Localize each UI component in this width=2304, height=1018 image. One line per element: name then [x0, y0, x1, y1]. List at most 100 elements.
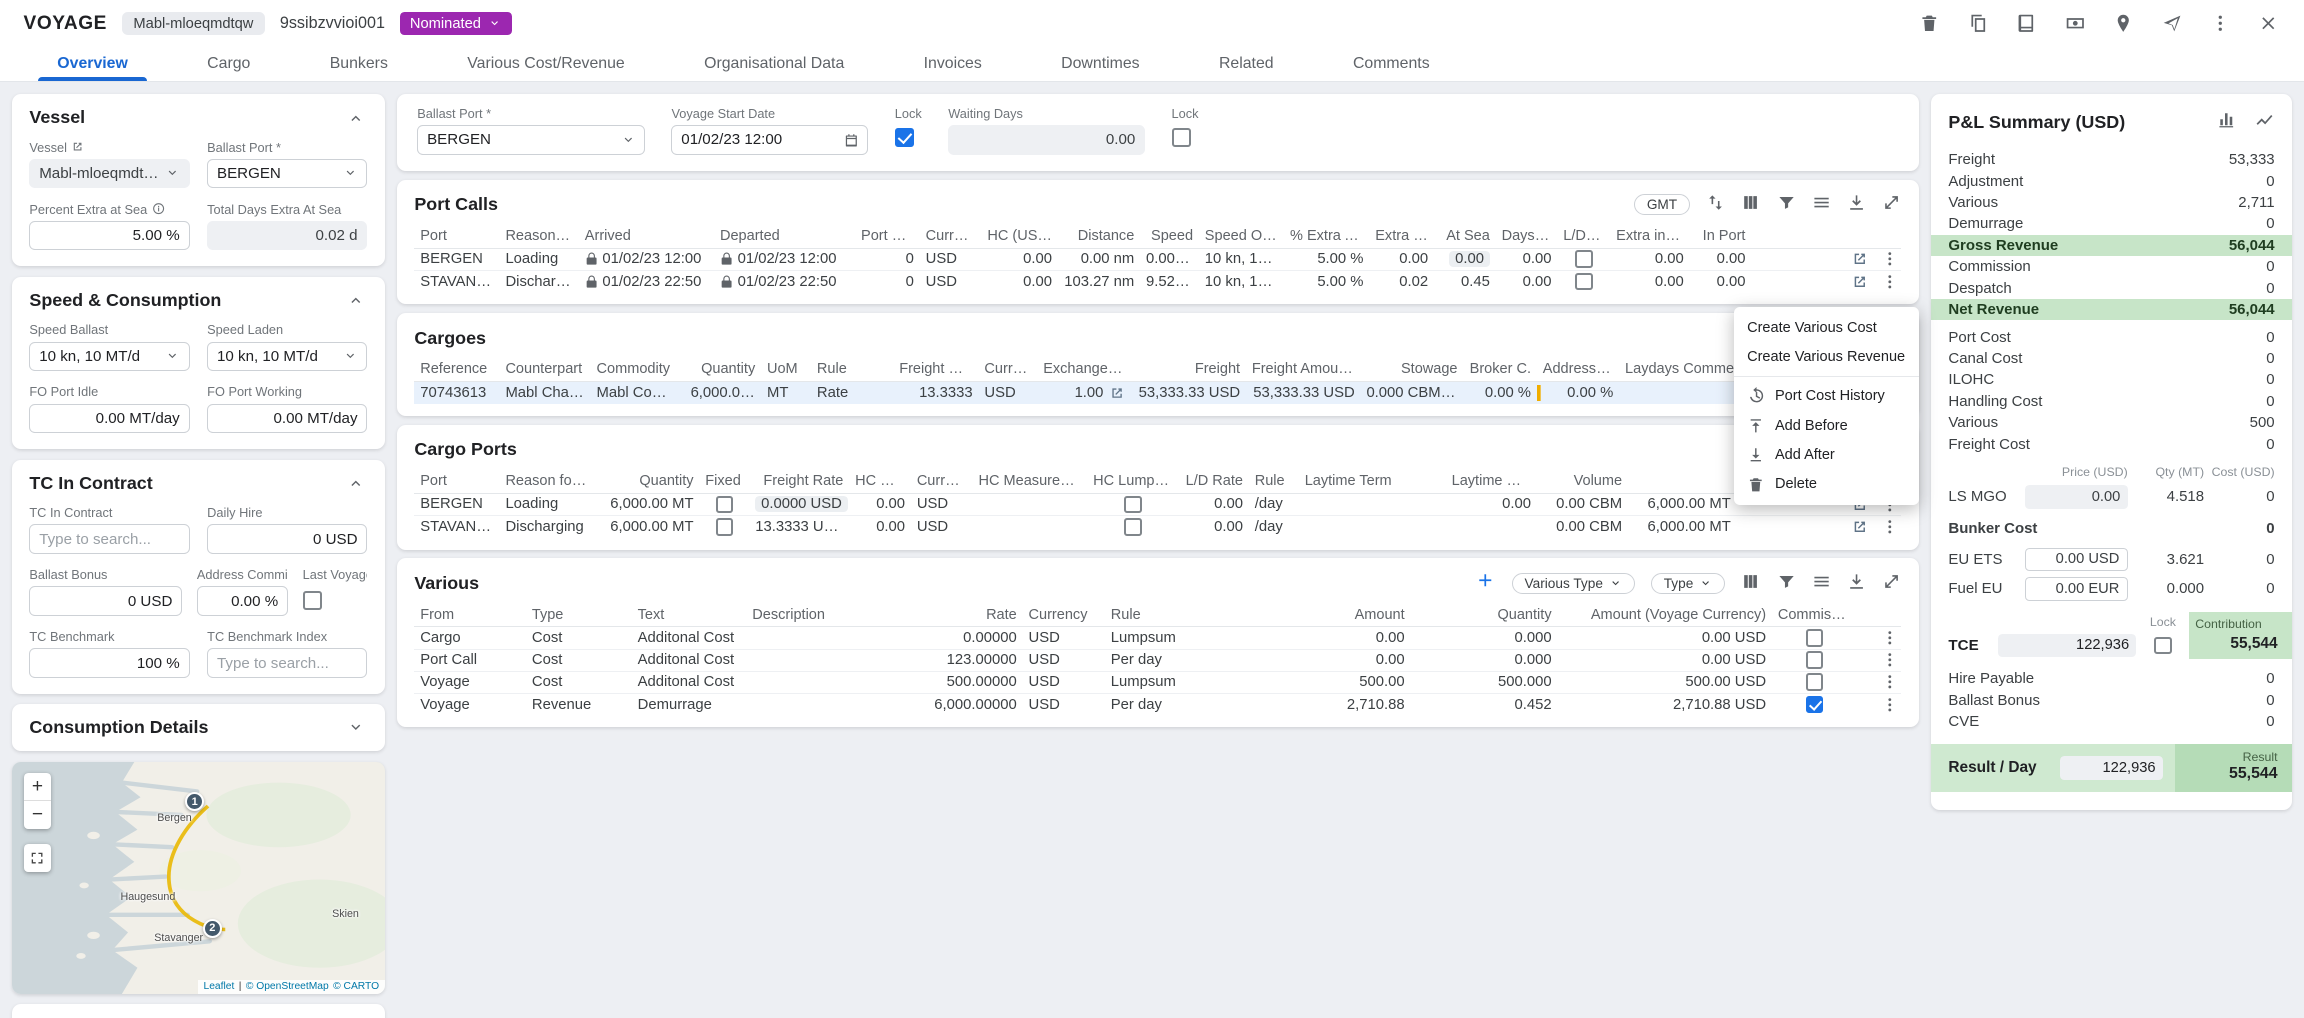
columns-icon[interactable]: [1741, 570, 1760, 597]
status-badge[interactable]: Nominated: [400, 12, 512, 35]
tab-downtimes[interactable]: Downtimes: [1021, 47, 1179, 81]
various-row[interactable]: Voyage Revenue Demurrage 6,000.00000 USD…: [414, 694, 1901, 716]
row-more-icon[interactable]: [1881, 651, 1899, 669]
vessel-select[interactable]: Mabl-mloeqmdtqw: [29, 159, 189, 188]
external-link-icon[interactable]: [1851, 250, 1869, 268]
tab-invoices[interactable]: Invoices: [884, 47, 1022, 81]
menu-lines-icon[interactable]: [1812, 191, 1831, 218]
columns-icon[interactable]: [1741, 191, 1760, 218]
row-more-icon[interactable]: [1881, 696, 1899, 714]
fixed-checkbox[interactable]: [716, 518, 734, 536]
pin-icon[interactable]: [2112, 12, 2136, 36]
tab-various-cost-revenue[interactable]: Various Cost/Revenue: [428, 47, 665, 81]
type-filter[interactable]: Type: [1651, 573, 1725, 594]
line-chart-icon[interactable]: [2254, 109, 2275, 136]
tab-overview[interactable]: Overview: [18, 47, 168, 81]
banknote-icon[interactable]: [2063, 12, 2087, 36]
fuel-eu-price-input[interactable]: 0.00 EUR: [2025, 577, 2128, 601]
tc-benchmark-input[interactable]: [29, 648, 189, 677]
row-more-icon[interactable]: [1881, 673, 1899, 691]
various-row[interactable]: Cargo Cost Additonal Cost 0.00000 USD Lu…: [414, 627, 1901, 649]
ballast-bonus-input[interactable]: [29, 586, 182, 615]
osm-link[interactable]: © OpenStreetMap: [246, 981, 329, 992]
hc-lumpsum-checkbox[interactable]: [1124, 496, 1142, 514]
percent-extra-input[interactable]: [29, 221, 189, 250]
fo-port-working-input[interactable]: [207, 404, 367, 433]
gmt-chip[interactable]: GMT: [1634, 194, 1690, 215]
commission-checkbox[interactable]: [1806, 696, 1824, 714]
external-link-icon[interactable]: [1851, 273, 1869, 291]
hc-lumpsum-checkbox[interactable]: [1124, 518, 1142, 536]
collapse-chevron-icon[interactable]: [344, 289, 368, 313]
expand-icon[interactable]: [1882, 191, 1901, 218]
voyage-start-date-input[interactable]: 01/02/23 12:00: [671, 125, 868, 154]
menu-item-delete[interactable]: Delete: [1734, 470, 1919, 499]
tab-bunkers[interactable]: Bunkers: [290, 47, 428, 81]
menu-item-port-cost-history[interactable]: Port Cost History: [1734, 382, 1919, 411]
book-icon[interactable]: [2015, 12, 2039, 36]
trash-icon[interactable]: [1918, 12, 1942, 36]
menu-item-create-various-cost[interactable]: Create Various Cost: [1734, 313, 1919, 342]
collapse-chevron-icon[interactable]: [344, 471, 368, 495]
menu-item-create-various-revenue[interactable]: Create Various Revenue: [1734, 342, 1919, 371]
map-marker-2[interactable]: 2: [203, 919, 222, 938]
route-map[interactable]: + − 1 2 Bergen Haugesund Stavanger Skien…: [12, 762, 385, 994]
address-commission-input[interactable]: [197, 586, 288, 615]
row-more-icon[interactable]: [1881, 273, 1899, 291]
close-icon[interactable]: [2257, 12, 2281, 36]
tce-lock-checkbox[interactable]: [2154, 637, 2172, 655]
main-ballast-port-select[interactable]: BERGEN: [417, 125, 645, 154]
commission-checkbox[interactable]: [1806, 629, 1824, 647]
fo-port-idle-input[interactable]: [29, 404, 189, 433]
menu-item-add-after[interactable]: Add After: [1734, 440, 1919, 469]
download-icon[interactable]: [1847, 191, 1866, 218]
cargo-row[interactable]: 70743613 Mabl Charter... Mabl Commo... 6…: [414, 382, 1901, 404]
ls-mgo-price-input[interactable]: 0.00: [2025, 485, 2128, 509]
tab-comments[interactable]: Comments: [1313, 47, 1469, 81]
expand-chevron-icon[interactable]: [344, 716, 368, 740]
row-more-icon[interactable]: [1881, 629, 1899, 647]
various-row[interactable]: Voyage Cost Additonal Cost 500.00000 USD…: [414, 672, 1901, 694]
lock-start-checkbox[interactable]: [895, 128, 914, 147]
external-link-icon[interactable]: [71, 140, 84, 153]
bar-chart-icon[interactable]: [2216, 109, 2237, 136]
fixed-checkbox[interactable]: [716, 496, 734, 514]
vessel-chip[interactable]: Mabl-mloeqmdtqw: [122, 12, 266, 35]
leaflet-link[interactable]: Leaflet: [204, 981, 235, 992]
map-zoom-in-button[interactable]: +: [24, 773, 52, 801]
tc-in-contract-input[interactable]: [29, 524, 189, 553]
cargo-port-row[interactable]: STAVANGER Discharging 6,000.00 MT 13.333…: [414, 516, 1901, 538]
eu-ets-price-input[interactable]: 0.00 USD: [2025, 548, 2128, 572]
port-call-row[interactable]: STAVANGER Discharging 01/02/23 22:50 01/…: [414, 271, 1901, 293]
commission-checkbox[interactable]: [1806, 673, 1824, 691]
menu-item-add-before[interactable]: Add Before: [1734, 411, 1919, 440]
ld-fixed-checkbox[interactable]: [1575, 273, 1593, 291]
external-link-icon[interactable]: [1109, 385, 1125, 401]
speed-laden-select[interactable]: 10 kn, 10 MT/d: [207, 342, 367, 371]
filter-icon[interactable]: [1777, 191, 1796, 218]
various-type-filter[interactable]: Various Type: [1512, 573, 1635, 594]
download-icon[interactable]: [1847, 570, 1866, 597]
tc-benchmark-index-input[interactable]: [207, 648, 367, 677]
row-more-icon[interactable]: [1881, 250, 1899, 268]
tab-cargo[interactable]: Cargo: [168, 47, 291, 81]
expand-icon[interactable]: [1882, 570, 1901, 597]
add-various-button[interactable]: [1475, 570, 1496, 597]
cargo-port-row[interactable]: BERGEN Loading 6,000.00 MT 0.0000 USD 0.…: [414, 494, 1901, 516]
carto-link[interactable]: © CARTO: [333, 981, 379, 992]
more-vert-icon[interactable]: [2209, 12, 2233, 36]
map-fullscreen-button[interactable]: [24, 844, 52, 872]
sort-icon[interactable]: [1706, 191, 1725, 218]
copy-icon[interactable]: [1966, 12, 1990, 36]
lock-waiting-checkbox[interactable]: [1172, 128, 1191, 147]
various-row[interactable]: Port Call Cost Additonal Cost 123.00000 …: [414, 650, 1901, 672]
ld-fixed-checkbox[interactable]: [1575, 250, 1593, 268]
port-call-row[interactable]: BERGEN Loading 01/02/23 12:00 01/02/23 1…: [414, 249, 1901, 271]
last-voyage-checkbox[interactable]: [303, 591, 322, 610]
external-link-icon[interactable]: [1851, 518, 1869, 536]
map-zoom-out-button[interactable]: −: [24, 801, 52, 829]
row-more-icon[interactable]: [1881, 518, 1899, 536]
menu-lines-icon[interactable]: [1812, 570, 1831, 597]
collapse-chevron-icon[interactable]: [344, 106, 368, 130]
commission-checkbox[interactable]: [1806, 651, 1824, 669]
